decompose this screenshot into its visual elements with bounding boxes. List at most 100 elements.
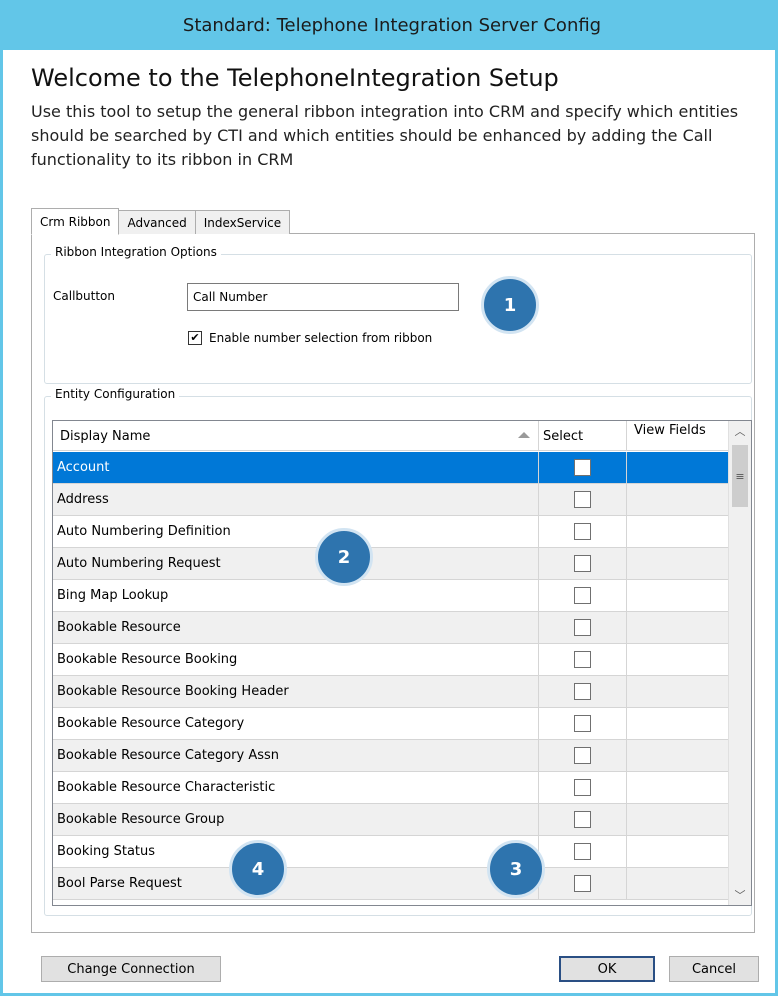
welcome-description: Use this tool to setup the general ribbo… bbox=[31, 102, 739, 169]
scroll-down-icon[interactable]: ﹀ bbox=[729, 885, 751, 905]
select-cell bbox=[539, 580, 627, 611]
callbutton-input[interactable]: Call Number bbox=[187, 283, 459, 311]
column-header-select-label: Select bbox=[543, 428, 584, 444]
table-row[interactable]: Bookable Resource Characteristic bbox=[53, 772, 729, 804]
select-checkbox[interactable] bbox=[574, 875, 591, 892]
title-bar[interactable]: Standard: Telephone Integration Server C… bbox=[3, 0, 778, 50]
view-fields-cell[interactable] bbox=[627, 612, 729, 643]
callout-badge-2: 2 bbox=[315, 528, 373, 586]
enable-selection-checkbox[interactable]: ✔ bbox=[188, 331, 202, 345]
table-row[interactable]: Address bbox=[53, 484, 729, 516]
view-fields-cell[interactable] bbox=[627, 452, 729, 483]
window-title: Standard: Telephone Integration Server C… bbox=[182, 14, 602, 36]
select-cell bbox=[539, 676, 627, 707]
scroll-thumb[interactable]: ≡ bbox=[732, 445, 748, 507]
display-name-cell: Bookable Resource Category bbox=[53, 708, 539, 739]
table-row[interactable]: Auto Numbering Definition bbox=[53, 516, 729, 548]
table-row[interactable]: Auto Numbering Request bbox=[53, 548, 729, 580]
view-fields-cell[interactable] bbox=[627, 836, 729, 867]
table-row[interactable]: Bookable Resource bbox=[53, 612, 729, 644]
cancel-button[interactable]: Cancel bbox=[669, 956, 759, 982]
select-checkbox[interactable] bbox=[574, 683, 591, 700]
view-fields-cell[interactable] bbox=[627, 676, 729, 707]
select-checkbox[interactable] bbox=[574, 619, 591, 636]
column-header-display-name-label: Display Name bbox=[60, 428, 151, 444]
select-cell bbox=[539, 740, 627, 771]
select-checkbox[interactable] bbox=[574, 587, 591, 604]
table-row[interactable]: Bookable Resource Booking bbox=[53, 644, 729, 676]
display-name-cell: Bool Parse Request bbox=[53, 868, 539, 899]
tab-strip: Crm Ribbon Advanced IndexService bbox=[31, 208, 291, 235]
display-name-cell: Bookable Resource bbox=[53, 612, 539, 643]
column-header-view-fields-label: View Fields bbox=[634, 423, 706, 438]
select-checkbox[interactable] bbox=[574, 747, 591, 764]
select-checkbox[interactable] bbox=[574, 491, 591, 508]
welcome-heading: Welcome to the TelephoneIntegration Setu… bbox=[31, 64, 559, 92]
view-fields-cell[interactable] bbox=[627, 708, 729, 739]
select-cell bbox=[539, 836, 627, 867]
table-row[interactable]: Bool Parse Request bbox=[53, 868, 729, 900]
select-checkbox[interactable] bbox=[574, 651, 591, 668]
display-name-cell: Bookable Resource Category Assn bbox=[53, 740, 539, 771]
change-connection-button[interactable]: Change Connection bbox=[41, 956, 221, 982]
select-checkbox[interactable] bbox=[574, 459, 591, 476]
display-name-cell: Booking Status bbox=[53, 836, 539, 867]
select-checkbox[interactable] bbox=[574, 555, 591, 572]
display-name-cell: Auto Numbering Request bbox=[53, 548, 539, 579]
ribbon-options-legend: Ribbon Integration Options bbox=[51, 245, 221, 259]
select-checkbox[interactable] bbox=[574, 843, 591, 860]
display-name-cell: Bookable Resource Booking Header bbox=[53, 676, 539, 707]
entity-grid: Display Name Select View Fields Account A… bbox=[52, 420, 752, 906]
ok-button[interactable]: OK bbox=[559, 956, 655, 982]
select-checkbox[interactable] bbox=[574, 523, 591, 540]
callout-badge-4: 4 bbox=[229, 840, 287, 898]
table-row[interactable]: Bookable Resource Booking Header bbox=[53, 676, 729, 708]
view-fields-cell[interactable] bbox=[627, 516, 729, 547]
select-checkbox[interactable] bbox=[574, 715, 591, 732]
view-fields-cell[interactable] bbox=[627, 644, 729, 675]
grid-vertical-scrollbar[interactable]: ︿ ≡ ﹀ bbox=[728, 421, 751, 905]
enable-selection-label: Enable number selection from ribbon bbox=[209, 331, 433, 345]
table-row[interactable]: Bing Map Lookup bbox=[53, 580, 729, 612]
select-cell bbox=[539, 868, 627, 899]
view-fields-cell[interactable] bbox=[627, 740, 729, 771]
scroll-up-icon[interactable]: ︿ bbox=[729, 421, 751, 441]
grid-rows: Account Address Auto Numbering Definition A… bbox=[53, 452, 729, 900]
view-fields-cell[interactable] bbox=[627, 484, 729, 515]
select-checkbox[interactable] bbox=[574, 779, 591, 796]
select-checkbox[interactable] bbox=[574, 811, 591, 828]
tab-crm-ribbon[interactable]: Crm Ribbon bbox=[31, 208, 120, 235]
table-row[interactable]: Bookable Resource Group bbox=[53, 804, 729, 836]
display-name-cell: Account bbox=[53, 452, 539, 483]
display-name-cell: Auto Numbering Definition bbox=[53, 516, 539, 547]
config-window: Standard: Telephone Integration Server C… bbox=[0, 0, 778, 996]
table-row[interactable]: Account bbox=[53, 452, 729, 484]
select-cell bbox=[539, 484, 627, 515]
view-fields-cell[interactable] bbox=[627, 548, 729, 579]
table-row[interactable]: Bookable Resource Category Assn bbox=[53, 740, 729, 772]
select-cell bbox=[539, 772, 627, 803]
column-header-view-fields[interactable]: View Fields bbox=[627, 421, 729, 451]
tab-indexservice[interactable]: IndexService bbox=[194, 210, 291, 234]
display-name-cell: Bookable Resource Group bbox=[53, 804, 539, 835]
view-fields-cell[interactable] bbox=[627, 580, 729, 611]
view-fields-cell[interactable] bbox=[627, 772, 729, 803]
display-name-cell: Address bbox=[53, 484, 539, 515]
select-cell bbox=[539, 516, 627, 547]
checkmark-icon: ✔ bbox=[190, 331, 200, 344]
select-cell bbox=[539, 452, 627, 483]
view-fields-cell[interactable] bbox=[627, 868, 729, 899]
callout-badge-3: 3 bbox=[487, 840, 545, 898]
table-row[interactable]: Bookable Resource Category bbox=[53, 708, 729, 740]
grid-header: Display Name Select View Fields bbox=[53, 421, 729, 451]
table-row[interactable]: Booking Status bbox=[53, 836, 729, 868]
select-cell bbox=[539, 708, 627, 739]
callout-badge-1: 1 bbox=[481, 276, 539, 334]
sort-ascending-icon bbox=[518, 432, 530, 438]
column-header-display-name[interactable]: Display Name bbox=[53, 421, 539, 451]
select-cell bbox=[539, 612, 627, 643]
column-header-select[interactable]: Select bbox=[539, 421, 627, 451]
view-fields-cell[interactable] bbox=[627, 804, 729, 835]
tab-advanced[interactable]: Advanced bbox=[118, 210, 196, 234]
display-name-cell: Bookable Resource Characteristic bbox=[53, 772, 539, 803]
